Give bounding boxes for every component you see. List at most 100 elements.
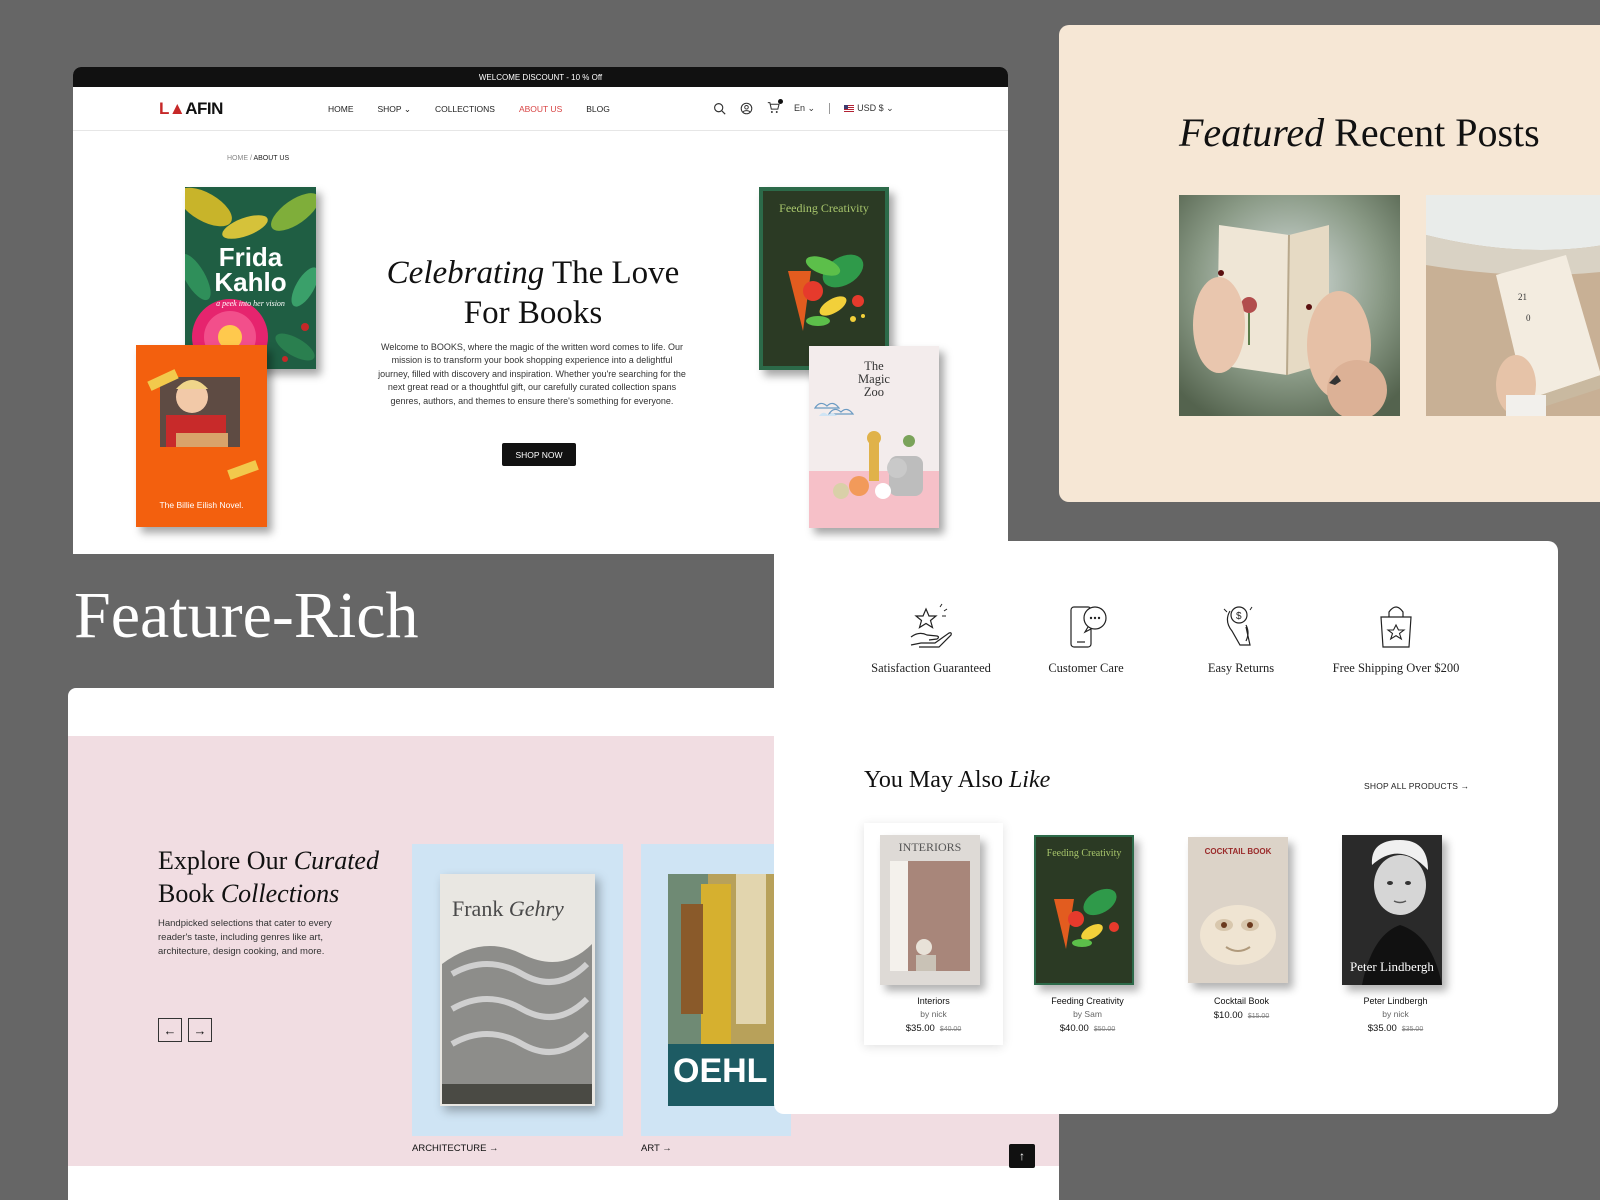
announcement-bar: WELCOME DISCOUNT - 10 % Off: [73, 67, 1008, 87]
you-may-also-like-title: You May Also Like: [864, 767, 1051, 793]
book-title: Frida Kahlo: [214, 242, 287, 297]
chevron-down-icon: ⌄: [886, 103, 894, 113]
book-cover-feeding-creativity: Feeding Creativity: [759, 187, 889, 370]
old-price: $40.00: [939, 1026, 962, 1033]
cover-title: COCKTAIL BOOK: [1204, 847, 1272, 856]
language-select[interactable]: En ⌄: [794, 103, 815, 114]
nav-shop[interactable]: SHOP ⌄: [378, 104, 411, 115]
book-subtitle: a peek into her vision: [216, 299, 285, 308]
product-price: $35.00 $35.00: [1367, 1023, 1424, 1034]
hero-description: Welcome to BOOKS, where the magic of the…: [378, 342, 686, 406]
arrow-up-icon: ↑: [1019, 1149, 1025, 1163]
product-cover: INTERIORS: [880, 835, 980, 985]
nav-blog[interactable]: BLOG: [586, 104, 610, 115]
breadcrumb: HOME / ABOUT US: [227, 155, 290, 162]
section-title: Featured Recent Posts: [1179, 110, 1540, 155]
arrow-right-icon: →: [193, 1022, 207, 1038]
cover-title: Frank Gehry: [452, 896, 564, 921]
book-cover-billie-eilish: The Billie Eilish Novel.: [136, 345, 267, 527]
hand-star-icon: [910, 603, 952, 648]
feature-rich-caption: Feature-Rich: [74, 579, 419, 652]
collections-title: Explore Our Curated Book Collections: [158, 846, 379, 908]
product-card-feeding-creativity[interactable]: Feeding Creativity Feeding Creativity by…: [1018, 823, 1157, 1045]
product-name[interactable]: Cocktail Book: [1172, 996, 1311, 1006]
cart-count-badge: [778, 99, 783, 104]
book-cover-frida-kahlo: Frida Kahlo a peek into her vision: [185, 187, 316, 369]
cover-title: Peter Lindbergh: [1350, 959, 1434, 974]
old-price: $35.00: [1401, 1026, 1424, 1033]
collection-card-architecture[interactable]: Frank Gehry: [412, 844, 623, 1136]
collection-link-architecture[interactable]: ARCHITECTURE →: [412, 1143, 499, 1154]
featured-posts-panel: Featured Recent Posts 21 0: [1059, 25, 1600, 502]
post-image-book-on-beach[interactable]: 21 0: [1426, 195, 1600, 416]
us-flag-icon: [844, 105, 855, 112]
cover-title: Feeding Creativity: [1046, 848, 1122, 859]
book-cover-oehlen: [641, 844, 791, 1136]
about-us-hero-panel: WELCOME DISCOUNT - 10 % Off L▲AFIN HOME …: [73, 67, 1008, 554]
cover-title: INTERIORS: [898, 840, 962, 854]
nav-home[interactable]: HOME: [328, 104, 354, 115]
product-name[interactable]: Feeding Creativity: [1018, 996, 1157, 1006]
currency-select[interactable]: USD $ ⌄: [844, 103, 894, 114]
arrow-left-icon: ←: [163, 1022, 177, 1038]
divider: [829, 103, 831, 114]
product-cover: COCKTAIL BOOK: [1188, 837, 1288, 983]
chevron-down-icon: ⌄: [403, 104, 411, 114]
feature-label: Easy Returns: [1207, 661, 1275, 675]
shop-all-products-link[interactable]: SHOP ALL PRODUCTS →: [1364, 781, 1469, 791]
post-image-reading-hands[interactable]: [1179, 195, 1400, 416]
nav-about-us[interactable]: ABOUT US: [519, 104, 562, 115]
breadcrumb-home[interactable]: HOME: [227, 155, 248, 162]
hero-title: Celebrating The Love For Books: [386, 255, 680, 331]
next-arrow-button[interactable]: →: [188, 1018, 212, 1042]
feature-satisfaction: Satisfaction Guaranteed: [856, 601, 1006, 676]
prev-arrow-button[interactable]: ←: [158, 1018, 182, 1042]
book-cover-frank-gehry: [412, 844, 623, 1136]
return-money-icon: $: [1223, 606, 1253, 646]
shop-now-button[interactable]: SHOP NOW: [502, 443, 576, 466]
account-icon[interactable]: [740, 102, 753, 115]
site-logo[interactable]: L▲AFIN: [159, 99, 223, 119]
photo-book-on-sand: 21 0: [1426, 195, 1600, 416]
photo-reading-book: [1179, 195, 1400, 416]
product-name[interactable]: Interiors: [864, 996, 1003, 1006]
product-price: $35.00 $40.00: [905, 1023, 962, 1034]
nav-tools: En ⌄ USD $ ⌄: [713, 99, 894, 116]
product-price: $10.00 $15.00: [1213, 1010, 1270, 1021]
old-price: $50.00: [1093, 1026, 1116, 1033]
collection-link-art[interactable]: ART →: [641, 1143, 672, 1154]
feature-label: Customer Care: [1048, 661, 1124, 675]
product-card-interiors[interactable]: INTERIORS Interiors by nick $35.00 $40.00: [864, 823, 1003, 1045]
vegetables-illustration: [788, 254, 865, 331]
features-products-panel: Satisfaction Guaranteed Customer Care $ …: [774, 541, 1558, 1114]
product-author: by nick: [920, 1009, 947, 1019]
nav-menu: HOME SHOP ⌄ COLLECTIONS ABOUT US BLOG: [328, 104, 610, 115]
product-price: $40.00 $50.00: [1059, 1023, 1116, 1034]
product-card-cocktail-book[interactable]: COCKTAIL BOOK Cocktail Book $10.00 $15.00: [1172, 823, 1311, 1045]
cart-button[interactable]: [767, 99, 783, 116]
collections-description: Handpicked selections that cater to ever…: [158, 918, 332, 957]
svg-text:0: 0: [1526, 313, 1531, 323]
svg-text:$: $: [1236, 611, 1242, 622]
main-navigation: L▲AFIN HOME SHOP ⌄ COLLECTIONS ABOUT US …: [73, 87, 1008, 131]
feature-label: Satisfaction Guaranteed: [871, 661, 991, 675]
old-price: $15.00: [1247, 1013, 1270, 1020]
product-author: by nick: [1382, 1009, 1409, 1019]
feature-customer-care: Customer Care: [1011, 601, 1161, 676]
product-cover: Peter Lindbergh: [1342, 835, 1442, 985]
product-name[interactable]: Peter Lindbergh: [1326, 996, 1465, 1006]
feature-label: Free Shipping Over $200: [1332, 661, 1460, 675]
cocktail-cover-art: [1188, 837, 1288, 983]
nav-collections[interactable]: COLLECTIONS: [435, 104, 495, 115]
phone-chat-icon: [1070, 606, 1107, 648]
back-to-top-button[interactable]: ↑: [1009, 1144, 1035, 1168]
book-cover-magic-zoo: The Magic Zoo: [809, 346, 939, 528]
product-card-peter-lindbergh[interactable]: Peter Lindbergh Peter Lindbergh by nick …: [1326, 823, 1465, 1045]
feeding-creativity-cover-art: [1054, 888, 1119, 949]
feature-easy-returns: $ Easy Returns: [1166, 601, 1316, 676]
collection-card-art[interactable]: OEHL: [641, 844, 791, 1136]
interiors-cover-art: [880, 835, 980, 985]
feature-free-shipping: Free Shipping Over $200: [1316, 601, 1476, 676]
search-icon[interactable]: [713, 102, 726, 115]
chevron-down-icon: ⌄: [807, 103, 816, 113]
